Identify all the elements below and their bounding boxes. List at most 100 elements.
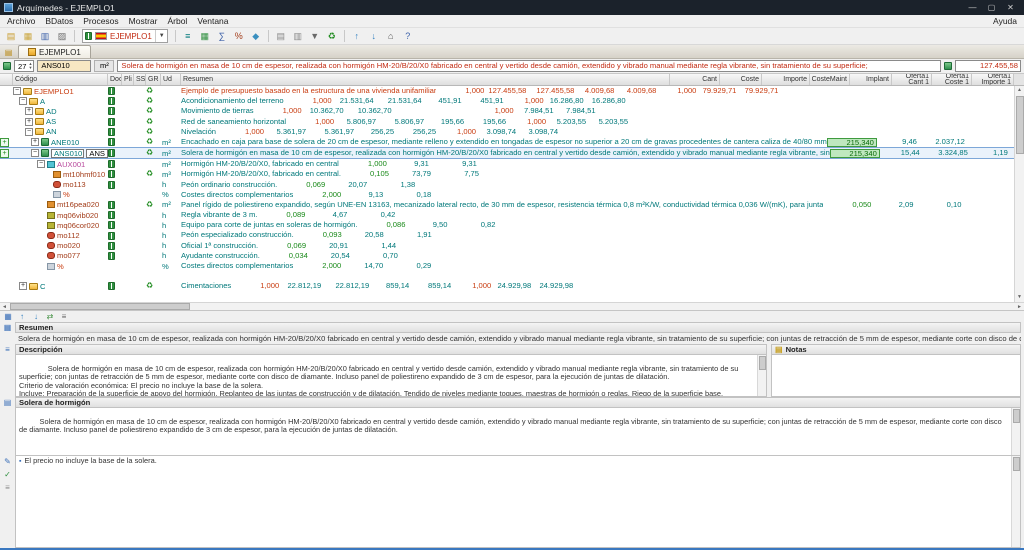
menu-item-bdatos[interactable]: BDatos	[40, 16, 78, 26]
expand-toggle[interactable]: −	[25, 127, 33, 136]
tab-menu-icon[interactable]: ▤	[2, 46, 15, 58]
menu-item-procesos[interactable]: Procesos	[78, 16, 123, 26]
expand-toggle[interactable]: −	[19, 97, 27, 106]
header-corner-button[interactable]	[1014, 74, 1024, 85]
print-icon[interactable]: ▨	[54, 29, 70, 44]
descripcion-scrollbar[interactable]	[757, 355, 766, 396]
col-header-doc[interactable]: Doc.	[108, 74, 122, 85]
tree-row-mo020[interactable]: mo020 h Oficial 1ª construcción. 0,069 20,91…	[0, 241, 1014, 251]
expand-toggle[interactable]: −	[13, 87, 21, 96]
filter-icon[interactable]: ▼	[307, 29, 323, 44]
tree-row-a[interactable]: − A ♻ Acondicionamiento del terreno 1,000 21.…	[0, 96, 1014, 106]
list-icon[interactable]: ≡	[58, 312, 70, 322]
tree-row-mt10hmf010[interactable]: mt10hmf010 ♻ m³ Hormigón HM-20/B/20/X0, fab…	[0, 169, 1014, 179]
scroll-left-icon[interactable]: ◄	[0, 304, 9, 310]
move-up-icon[interactable]: ↑	[349, 29, 365, 44]
summary-field[interactable]: Solera de hormigón en masa de 10 cm de e…	[117, 60, 941, 72]
tree-row-mt16pea020[interactable]: mt16pea020 ♻ m² Panel rígido de poliestiren…	[0, 200, 1014, 210]
stepper-arrows-icon[interactable]: ▲ ▼	[28, 62, 32, 70]
col-header-importe[interactable]: Importe	[762, 74, 810, 85]
expand-toggle[interactable]: +	[25, 107, 33, 116]
tree-view-icon[interactable]: ≡	[180, 29, 196, 44]
move-down-icon[interactable]: ↓	[30, 312, 42, 322]
menu-item-ayuda[interactable]: Ayuda	[988, 16, 1022, 26]
tree-horizontal-scrollbar[interactable]: ◄ ►	[0, 302, 1024, 311]
row-number-stepper[interactable]: 27 ▲ ▼	[14, 60, 35, 72]
measurement-total-icon[interactable]	[944, 62, 952, 70]
open-icon[interactable]: ▦	[20, 29, 36, 44]
tree-row-an[interactable]: − AN ♻ Nivelación 1,000 5.361,97 5.361,97 256,2…	[0, 127, 1014, 137]
col-header-codigo[interactable]: Código	[13, 74, 108, 85]
col-header-implant[interactable]: Implant	[850, 74, 892, 85]
expand-toggle[interactable]: +	[25, 117, 33, 126]
close-button[interactable]: ✕	[1001, 3, 1020, 12]
grid-icon[interactable]: ▦	[2, 312, 14, 322]
tree-row-mo077[interactable]: mo077 h Ayudante construcción. 0,034 20,54 0,…	[0, 251, 1014, 261]
tree-row-mq06cor020[interactable]: mq06cor020 h Equipo para corte de juntas e…	[0, 220, 1014, 230]
percent-icon[interactable]: %	[231, 29, 247, 44]
solera-body[interactable]: Solera de hormigón en masa de 10 cm de e…	[15, 408, 1021, 456]
measurement-link-icon[interactable]: +	[0, 148, 9, 158]
edit-note-icon[interactable]: ✎	[4, 457, 11, 466]
paste-icon[interactable]: ▥	[290, 29, 306, 44]
save-icon[interactable]: ▥	[37, 29, 53, 44]
scroll-right-icon[interactable]: ►	[1015, 304, 1024, 310]
tree-row-as[interactable]: + AS ♻ Red de saneamiento horizontal 1,000 5.…	[0, 117, 1014, 127]
scroll-up-icon[interactable]: ▲	[1015, 86, 1024, 95]
window-icon[interactable]: ⌂	[383, 29, 399, 44]
measurements-icon[interactable]: ▦	[197, 29, 213, 44]
col-header-resumen[interactable]: Resumen	[181, 74, 670, 85]
expand-toggle[interactable]: +	[31, 138, 39, 147]
link-icon[interactable]: ⇄	[44, 312, 56, 322]
tab-ejemplo1[interactable]: EJEMPLO1	[18, 45, 91, 58]
menu-item-ventana[interactable]: Ventana	[192, 16, 233, 26]
hscroll-thumb[interactable]	[10, 303, 190, 310]
maximize-button[interactable]: ▢	[982, 3, 1001, 12]
col-header-gr[interactable]: GR	[146, 74, 161, 85]
check-icon[interactable]: ✓	[4, 470, 11, 479]
menu-item-rbol[interactable]: Árbol	[162, 16, 192, 26]
tree-row-ane010[interactable]: + + ANE010 ♻ m² Encachado en caja para base d…	[0, 137, 1014, 147]
solera-scrollbar[interactable]	[1011, 408, 1020, 455]
move-up-icon[interactable]: ↑	[16, 312, 28, 322]
col-header-coste[interactable]: Coste	[720, 74, 762, 85]
chart-icon[interactable]: ◆	[248, 29, 264, 44]
col-header-ud[interactable]: Ud	[161, 74, 181, 85]
nota-body[interactable]: ▪ El precio no incluye la base de la sol…	[15, 456, 1021, 548]
col-header-pli[interactable]: Pli	[122, 74, 134, 85]
tree-row-ans010[interactable]: + − ANS010 ANS ♻ m² Solera de hormigón en masa…	[0, 147, 1014, 160]
tree-row-mq06vib020[interactable]: mq06vib020 h Regla vibrante de 3 m. 0,089 4,…	[0, 210, 1014, 220]
project-selector[interactable]: EJEMPLO1 ▼	[82, 29, 168, 43]
tree-row-ejemplo1[interactable]: − EJEMPLO1 ♻ Ejemplo de presupuesto basado …	[0, 86, 1014, 96]
measurement-link-icon[interactable]: +	[0, 137, 9, 147]
code-field[interactable]: ANS010	[37, 60, 92, 72]
col-header-costemaint[interactable]: CosteMaint	[810, 74, 850, 85]
nota-scrollbar[interactable]	[1011, 456, 1020, 547]
list-icon[interactable]: ≡	[5, 483, 10, 492]
scroll-down-icon[interactable]: ▼	[1015, 293, 1024, 302]
move-down-icon[interactable]: ↓	[366, 29, 382, 44]
tree-row-c[interactable]: + C ♻ Cimentaciones 1,000 22.812,19 22.812,19 8…	[0, 281, 1014, 291]
help-icon[interactable]: ?	[400, 29, 416, 44]
new-database-icon[interactable]: ▤	[3, 29, 19, 44]
tree-row-pct[interactable]: %% Costes directos complementarios 2,000 14…	[0, 261, 1014, 271]
tree-row-mo112[interactable]: mo112 h Peón especializado construcción. 0,…	[0, 230, 1014, 240]
col-header-cant[interactable]: Cant	[670, 74, 720, 85]
col-header-oferta1-importe[interactable]: Oferta1 Importe 1	[972, 74, 1014, 85]
tree-row-aux001[interactable]: − AUX001 m² Hormigón HM-20/B/20/X0, fabrica…	[0, 159, 1014, 169]
col-header-oferta1-cant[interactable]: Oferta1 Cant 1	[892, 74, 932, 85]
expand-toggle[interactable]: +	[19, 282, 27, 291]
notas-body[interactable]	[771, 355, 1021, 397]
expand-toggle[interactable]: −	[31, 149, 39, 158]
tree-row-pct[interactable]: %% Costes directos complementarios 2,000 9,…	[0, 190, 1014, 200]
tree-row-mo113[interactable]: mo113 h Peón ordinario construcción. 0,069 2…	[0, 180, 1014, 190]
recycle-icon[interactable]: ♻	[324, 29, 340, 44]
scroll-thumb[interactable]	[1015, 96, 1024, 154]
menu-item-archivo[interactable]: Archivo	[2, 16, 40, 26]
minimize-button[interactable]: —	[963, 3, 982, 12]
chevron-down-icon[interactable]: ▼	[154, 30, 165, 42]
expand-toggle[interactable]: −	[37, 160, 45, 169]
menu-item-mostrar[interactable]: Mostrar	[124, 16, 163, 26]
sum-icon[interactable]: ∑	[214, 29, 230, 44]
col-header-ss[interactable]: SS	[134, 74, 146, 85]
